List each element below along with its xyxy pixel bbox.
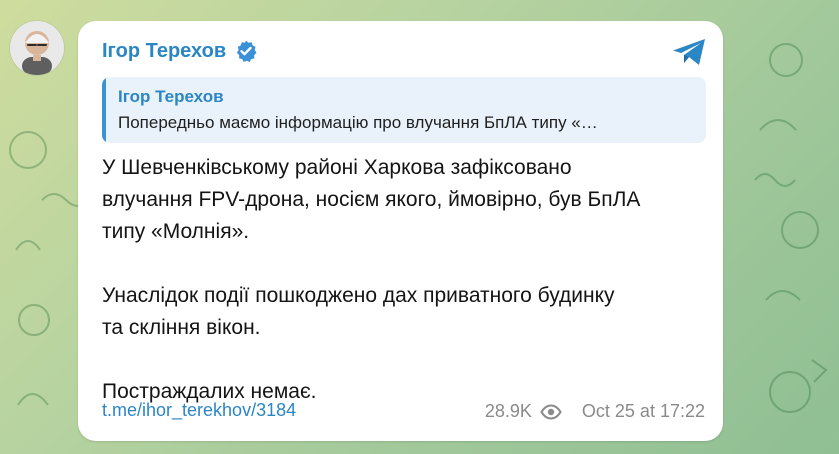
verified-badge-icon: [234, 39, 258, 63]
author-name[interactable]: Ігор Терехов: [102, 39, 226, 63]
author-row: Ігор Терехов: [102, 39, 258, 63]
message-date: Oct 25 at 17:22: [581, 401, 705, 421]
quote-author: Ігор Терехов: [118, 87, 224, 106]
avatar[interactable]: [10, 21, 64, 75]
post-link[interactable]: t.me/ihor_terekhov/3184: [102, 399, 296, 421]
avatar-image: [10, 21, 64, 75]
message-card: Ігор Терехов Ігор Терехов Попередньо має…: [78, 21, 723, 441]
reply-quote[interactable]: Ігор Терехов Попередньо маємо інформацію…: [102, 77, 706, 143]
message-body: У Шевченківському районі Харкова зафіксо…: [102, 152, 706, 440]
eye-icon: [540, 403, 562, 420]
message-paragraph-2: Унаслідок події пошкоджено дах приватног…: [102, 284, 615, 339]
message-paragraph-1: У Шевченківському районі Харкова зафіксо…: [102, 156, 641, 243]
quote-accent-bar: [102, 77, 106, 143]
views-count: 28.9K: [484, 401, 532, 421]
message-meta: 28.9K Oct 25 at 17:22: [485, 400, 705, 422]
quote-text: Попередньо маємо інформацію про влучання…: [118, 113, 598, 132]
telegram-share-icon[interactable]: [671, 37, 707, 67]
